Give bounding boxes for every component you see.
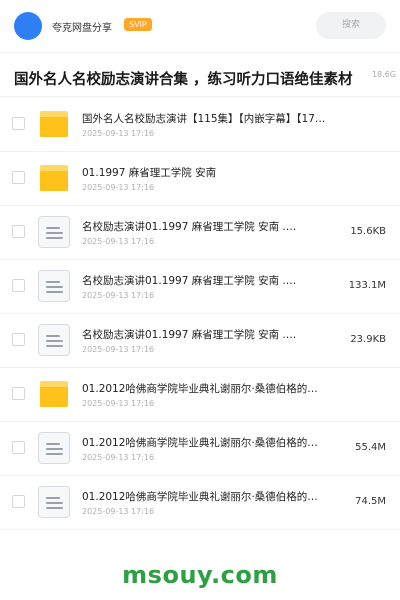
file-name: 01.2012哈佛商学院毕业典礼谢丽尔·桑德伯格的… xyxy=(82,491,318,503)
folder-icon xyxy=(38,378,70,410)
svip-badge: SVIP xyxy=(124,18,152,31)
file-name: 名校励志演讲01.1997 麻省理工学院 安南 .… xyxy=(82,329,297,341)
search-input[interactable]: 搜索 xyxy=(316,12,386,39)
select-checkbox[interactable] xyxy=(12,117,25,130)
file-date: 2025-09-13 17:16 xyxy=(82,129,155,138)
file-row[interactable]: 01.2012哈佛商学院毕业典礼谢丽尔·桑德伯格的… 2025-09-13 17:… xyxy=(0,422,400,476)
document-icon xyxy=(38,270,70,302)
file-name: 名校励志演讲01.1997 麻省理工学院 安南 .… xyxy=(82,221,297,233)
file-size: 23.9KB xyxy=(350,334,386,345)
file-date: 2025-09-13 17:16 xyxy=(82,345,155,354)
folder-row[interactable]: 01.2012哈佛商学院毕业典礼谢丽尔·桑德伯格的… 2025-09-13 17:… xyxy=(0,368,400,422)
folder-row[interactable]: 国外名人名校励志演讲【115集】【内嵌字幕】【17… 2025-09-13 17:… xyxy=(0,98,400,152)
watermark-text: msouy.com xyxy=(122,561,278,589)
share-title-bar: 国外名人名校励志演讲合集 ，练习听力口语绝佳素材 18.6G xyxy=(0,53,400,97)
file-name: 01.1997 麻省理工学院 安南 xyxy=(82,167,217,179)
select-checkbox[interactable] xyxy=(12,387,25,400)
file-date: 2025-09-13 17:16 xyxy=(82,237,155,246)
document-icon xyxy=(38,324,70,356)
select-checkbox[interactable] xyxy=(12,225,25,238)
file-date: 2025-09-13 17:16 xyxy=(82,453,155,462)
file-date: 2025-09-13 17:16 xyxy=(82,183,155,192)
file-list: 国外名人名校励志演讲【115集】【内嵌字幕】【17… 2025-09-13 17:… xyxy=(0,98,400,530)
share-owner-name: 夸克网盘分享 xyxy=(52,23,112,34)
select-checkbox[interactable] xyxy=(12,495,25,508)
file-row[interactable]: 名校励志演讲01.1997 麻省理工学院 安南 .… 2025-09-13 17:… xyxy=(0,206,400,260)
share-total-size: 18.6G xyxy=(371,70,396,79)
file-row[interactable]: 名校励志演讲01.1997 麻省理工学院 安南 .… 2025-09-13 17:… xyxy=(0,260,400,314)
folder-row[interactable]: 01.1997 麻省理工学院 安南 2025-09-13 17:16 xyxy=(0,152,400,206)
file-name: 01.2012哈佛商学院毕业典礼谢丽尔·桑德伯格的… xyxy=(82,383,318,395)
file-date: 2025-09-13 17:16 xyxy=(82,507,155,516)
file-date: 2025-09-13 17:16 xyxy=(82,399,155,408)
document-icon xyxy=(38,216,70,248)
select-checkbox[interactable] xyxy=(12,279,25,292)
document-icon xyxy=(38,432,70,464)
folder-icon xyxy=(38,162,70,194)
app-header: 夸克网盘分享 SVIP 搜索 xyxy=(0,0,400,52)
select-checkbox[interactable] xyxy=(12,441,25,454)
avatar[interactable] xyxy=(14,12,42,40)
file-size: 15.6KB xyxy=(350,226,386,237)
share-title: 国外名人名校励志演讲合集 ，练习听力口语绝佳素材 xyxy=(14,72,353,88)
file-name: 国外名人名校励志演讲【115集】【内嵌字幕】【17… xyxy=(82,113,326,125)
file-name: 名校励志演讲01.1997 麻省理工学院 安南 .… xyxy=(82,275,297,287)
folder-icon xyxy=(38,108,70,140)
select-checkbox[interactable] xyxy=(12,171,25,184)
search-placeholder: 搜索 xyxy=(341,20,360,30)
file-row[interactable]: 名校励志演讲01.1997 麻省理工学院 安南 .… 2025-09-13 17:… xyxy=(0,314,400,368)
file-size: 133.1M xyxy=(348,280,386,291)
document-icon xyxy=(38,486,70,518)
file-size: 74.5M xyxy=(355,496,386,507)
file-name: 01.2012哈佛商学院毕业典礼谢丽尔·桑德伯格的… xyxy=(82,437,318,449)
select-checkbox[interactable] xyxy=(12,333,25,346)
file-date: 2025-09-13 17:16 xyxy=(82,291,155,300)
file-size: 55.4M xyxy=(355,442,386,453)
file-row[interactable]: 01.2012哈佛商学院毕业典礼谢丽尔·桑德伯格的… 2025-09-13 17:… xyxy=(0,476,400,530)
